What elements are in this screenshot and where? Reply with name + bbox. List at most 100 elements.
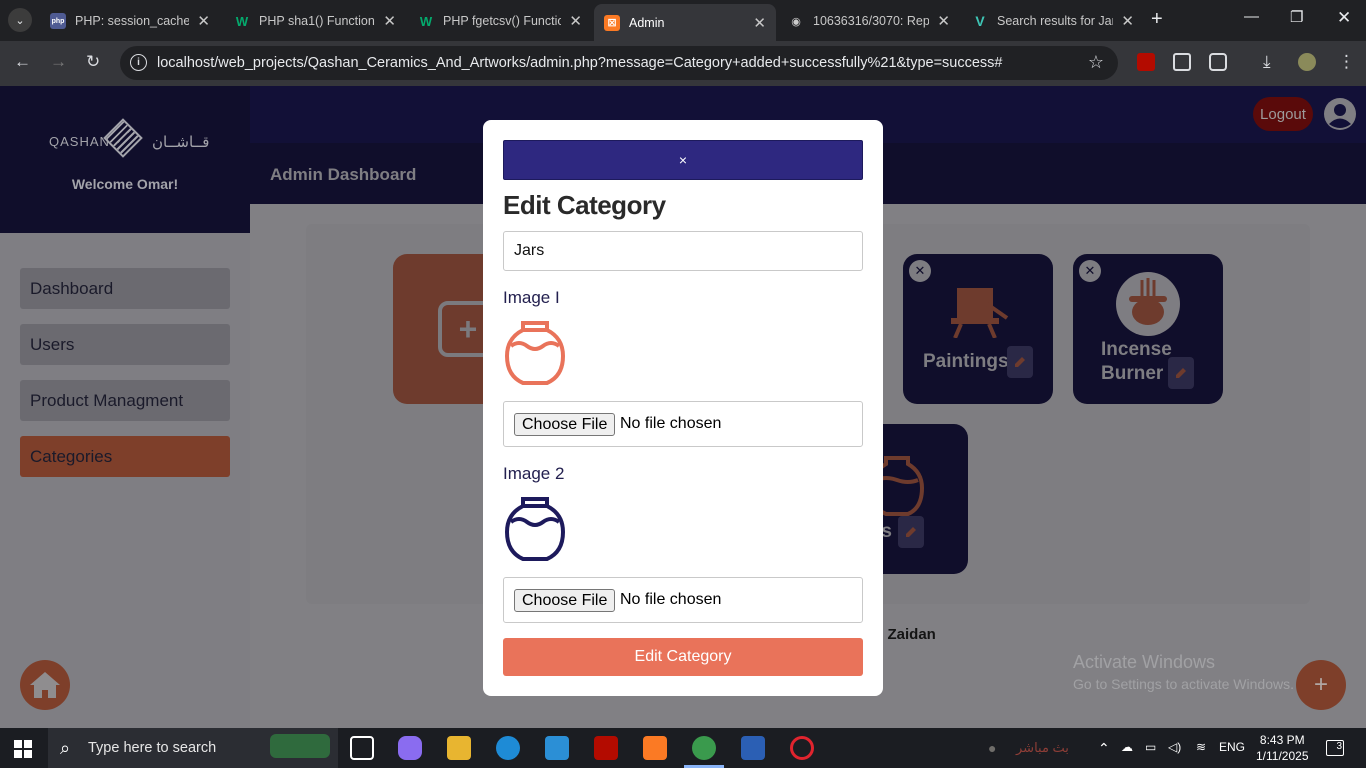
edit-category-submit-button[interactable]: Edit Category: [503, 638, 863, 676]
acrobat-icon[interactable]: [594, 736, 618, 760]
sidebar: Dashboard Users Product Managment Catego…: [0, 233, 250, 728]
profile-avatar-icon[interactable]: [1298, 53, 1316, 71]
sidebar-item-product-management[interactable]: Product Managment: [20, 380, 230, 421]
reload-icon[interactable]: ↻: [86, 52, 100, 72]
pencil-icon: [1015, 357, 1025, 367]
forward-icon[interactable]: →: [50, 52, 67, 72]
home-button[interactable]: [20, 660, 70, 710]
pencil-icon: [906, 527, 916, 537]
close-icon[interactable]: ✕: [937, 12, 950, 30]
close-icon[interactable]: ✕: [197, 12, 210, 30]
edit-category-button[interactable]: [1168, 357, 1194, 389]
window-close-icon[interactable]: ✕: [1337, 8, 1351, 28]
php-icon: php: [50, 13, 66, 29]
site-info-icon[interactable]: i: [130, 54, 147, 71]
volume-icon[interactable]: ◁): [1168, 740, 1181, 754]
browser-tab-bar: ⌄ php PHP: session_cache_expire ✕ W PHP …: [0, 0, 1366, 41]
floating-add-button[interactable]: +: [1296, 660, 1346, 710]
reading-mode-icon[interactable]: [1173, 53, 1191, 71]
category-card-paintings: ✕ Paintings: [903, 254, 1053, 404]
download-icon[interactable]: ⤓: [1263, 52, 1271, 72]
browser-tab[interactable]: V Search results for Jar ✕: [962, 6, 1144, 36]
notifications-icon[interactable]: 3: [1326, 740, 1344, 756]
category-name-line1: Incense: [1101, 339, 1172, 360]
tab-title: PHP fgetcsv() Function: [443, 14, 562, 28]
language-indicator[interactable]: ENG: [1219, 740, 1245, 754]
news-widget-text[interactable]: بث مباشر: [1016, 740, 1069, 756]
tab-search-icon[interactable]: ⌄: [8, 8, 32, 32]
search-highlight-icon[interactable]: [270, 734, 330, 758]
battery-icon[interactable]: ▭: [1145, 740, 1156, 754]
chrome-icon[interactable]: [692, 736, 716, 760]
taskbar-clock[interactable]: 8:43 PM 1/11/2025: [1256, 732, 1309, 764]
tab-title: PHP: session_cache_expire: [75, 14, 190, 28]
windows-taskbar: ⌕ Type here to search ● بث مباشر ⌃ ☁ ▭ ◁…: [0, 728, 1366, 768]
modal-close-button[interactable]: ×: [503, 140, 863, 180]
wifi-icon[interactable]: ≋: [1196, 740, 1206, 754]
activation-watermark-subtitle: Go to Settings to activate Windows.: [1073, 676, 1294, 692]
back-icon[interactable]: ←: [14, 52, 31, 72]
new-tab-button[interactable]: +: [1151, 8, 1163, 31]
sidebar-item-categories[interactable]: Categories: [20, 436, 230, 477]
edit-category-button[interactable]: [1007, 346, 1033, 378]
browser-tab[interactable]: W PHP sha1() Function ✕: [224, 6, 406, 36]
minimize-icon[interactable]: —: [1244, 8, 1259, 25]
choose-file-button[interactable]: Choose File: [514, 413, 616, 436]
vscode-icon[interactable]: [545, 736, 569, 760]
category-name-input[interactable]: [503, 231, 863, 271]
search-placeholder: Type here to search: [88, 740, 217, 756]
browser-tab[interactable]: ◉ 10636316/3070: Repository ✕: [778, 6, 960, 36]
file-status: No file chosen: [620, 415, 722, 432]
choose-file-button[interactable]: Choose File: [514, 589, 616, 612]
file-explorer-icon[interactable]: [447, 736, 471, 760]
qashan-logo: QASHAN قــاشــان: [49, 118, 210, 162]
sidebar-item-dashboard[interactable]: Dashboard: [20, 268, 230, 309]
extensions-icon[interactable]: [1209, 53, 1227, 71]
close-icon[interactable]: ✕: [1121, 12, 1134, 30]
delete-icon[interactable]: ✕: [1079, 260, 1101, 282]
delete-icon[interactable]: ✕: [909, 260, 931, 282]
close-icon[interactable]: ✕: [753, 14, 766, 32]
modal-title: Edit Category: [503, 190, 666, 220]
tray-chevron-icon[interactable]: ⌃: [1098, 740, 1110, 757]
task-view-icon[interactable]: [350, 736, 374, 760]
pdf-extension-icon[interactable]: [1137, 53, 1155, 71]
address-bar[interactable]: i localhost/web_projects/Qashan_Ceramics…: [120, 46, 1118, 80]
easel-icon: [951, 288, 1009, 338]
news-widget-icon[interactable]: ●: [988, 740, 996, 756]
cloud-icon[interactable]: ☁: [1121, 740, 1133, 754]
close-icon[interactable]: ✕: [383, 12, 396, 30]
browser-tab[interactable]: php PHP: session_cache_expire ✕: [40, 6, 220, 36]
tab-title: PHP sha1() Function: [259, 14, 375, 28]
restore-icon[interactable]: ❐: [1290, 8, 1303, 26]
image2-file-input[interactable]: Choose File No file chosen: [503, 577, 863, 623]
copilot-icon[interactable]: [398, 736, 422, 760]
category-name-line2: Burner: [1101, 363, 1164, 384]
vecteezy-icon: V: [975, 13, 985, 29]
xampp-icon: ⊠: [604, 14, 620, 31]
user-avatar-icon[interactable]: [1324, 98, 1356, 130]
sidebar-item-users[interactable]: Users: [20, 324, 230, 365]
edit-category-button[interactable]: [898, 516, 924, 548]
edge-icon[interactable]: [496, 736, 520, 760]
clock-date: 1/11/2025: [1256, 749, 1309, 763]
opera-icon[interactable]: [790, 736, 814, 760]
logout-button[interactable]: Logout: [1253, 97, 1313, 131]
jar-preview-icon: [504, 321, 566, 385]
welcome-text: Welcome Omar!: [71, 176, 179, 192]
browser-menu-icon[interactable]: ⋮: [1338, 52, 1355, 72]
logo-text-ar: قــاشــان: [152, 134, 210, 151]
word-icon[interactable]: [741, 736, 765, 760]
image1-file-input[interactable]: Choose File No file chosen: [503, 401, 863, 447]
activation-watermark-title: Activate Windows: [1073, 652, 1216, 672]
close-icon[interactable]: ✕: [569, 12, 582, 30]
home-icon: [30, 672, 60, 698]
search-icon: ⌕: [60, 738, 71, 758]
browser-tab-active[interactable]: ⊠ Admin ✕: [594, 4, 776, 41]
pencil-icon: [1176, 368, 1186, 378]
xampp-icon[interactable]: [643, 736, 667, 760]
bookmark-star-icon[interactable]: ☆: [1088, 52, 1104, 73]
browser-tab[interactable]: W PHP fgetcsv() Function ✕: [408, 6, 592, 36]
windows-start-icon[interactable]: [14, 740, 32, 758]
url-text[interactable]: localhost/web_projects/Qashan_Ceramics_A…: [157, 55, 1003, 71]
